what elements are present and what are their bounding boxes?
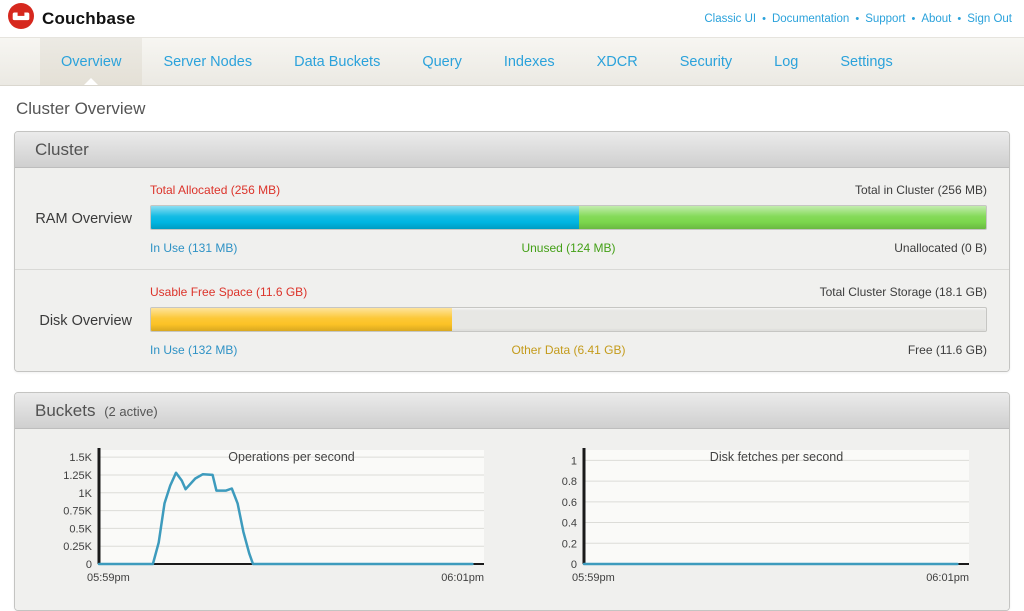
disk-overview-row: Disk Overview Usable Free Space (11.6 GB…	[15, 269, 1009, 371]
buckets-panel-title: Buckets	[35, 401, 95, 420]
svg-text:06:01pm: 06:01pm	[441, 572, 484, 584]
top-bar: Couchbase Classic UI • Documentation • S…	[0, 0, 1024, 37]
svg-text:1: 1	[571, 455, 577, 467]
tab-xdcr[interactable]: XDCR	[576, 38, 659, 85]
bar-segment-in-use	[151, 206, 579, 229]
disk-fetches-chart: 0 0.2 0.4 0.6 0.8 1 Disk fetches per second 05:…	[532, 442, 977, 593]
disk-overview-main: Usable Free Space (11.6 GB) Total Cluste…	[150, 283, 987, 358]
ram-total-allocated-label: Total Allocated (256 MB)	[150, 183, 426, 197]
svg-text:0.25K: 0.25K	[63, 541, 92, 553]
main-content: Cluster Overview Cluster RAM Overview To…	[0, 99, 1024, 611]
tab-settings[interactable]: Settings	[819, 38, 913, 85]
bar-segment-used-plus-other	[151, 308, 452, 331]
svg-text:0.5K: 0.5K	[69, 523, 92, 535]
disk-fetches-chart-svg: 0 0.2 0.4 0.6 0.8 1 Disk fetches per second 05:…	[532, 442, 977, 588]
brand[interactable]: Couchbase	[8, 3, 135, 34]
ram-unallocated-label: Unallocated (0 B)	[711, 241, 987, 255]
cluster-panel-header: Cluster	[15, 132, 1009, 168]
link-documentation[interactable]: Documentation	[772, 13, 849, 25]
ram-usage-bar	[150, 205, 987, 230]
dot-separator: •	[957, 13, 961, 25]
svg-text:0.4: 0.4	[562, 518, 577, 530]
tab-log[interactable]: Log	[753, 38, 819, 85]
ops-per-second-chart: 0 0.25K 0.5K 0.75K 1K 1.25K 1.5K Operations per…	[47, 442, 492, 593]
ram-overview-label: RAM Overview	[15, 211, 150, 227]
link-support[interactable]: Support	[865, 13, 905, 25]
cluster-panel-body: RAM Overview Total Allocated (256 MB) To…	[15, 168, 1009, 371]
link-about[interactable]: About	[921, 13, 951, 25]
ram-unused-label: Unused (124 MB)	[426, 241, 711, 255]
buckets-panel-body: 0 0.25K 0.5K 0.75K 1K 1.25K 1.5K Operations per…	[15, 429, 1009, 610]
ram-overview-main: Total Allocated (256 MB) Total in Cluste…	[150, 181, 987, 256]
svg-text:1.5K: 1.5K	[69, 452, 92, 464]
svg-text:1.25K: 1.25K	[63, 470, 92, 482]
disk-usage-bar	[150, 307, 987, 332]
svg-text:Disk fetches per second: Disk fetches per second	[710, 450, 843, 464]
main-nav: Overview Server Nodes Data Buckets Query…	[0, 37, 1024, 86]
svg-text:0: 0	[86, 559, 92, 571]
svg-text:0.75K: 0.75K	[63, 506, 92, 518]
couchbase-logo-icon[interactable]	[8, 3, 34, 34]
dot-separator: •	[762, 13, 766, 25]
disk-total-storage-label: Total Cluster Storage (18.1 GB)	[711, 285, 987, 299]
svg-text:0: 0	[571, 559, 577, 571]
cluster-panel-title: Cluster	[35, 140, 89, 159]
ram-overview-row: RAM Overview Total Allocated (256 MB) To…	[15, 168, 1009, 269]
ram-in-use-label: In Use (131 MB)	[150, 241, 426, 255]
ops-per-second-chart-svg: 0 0.25K 0.5K 0.75K 1K 1.25K 1.5K Operations per…	[47, 442, 492, 588]
cluster-panel: Cluster RAM Overview Total Allocated (25…	[14, 131, 1010, 372]
dot-separator: •	[855, 13, 859, 25]
bar-segment-unused	[579, 206, 986, 229]
disk-other-data-label: Other Data (6.41 GB)	[426, 343, 711, 357]
buckets-panel: Buckets (2 active) 0 0.25K 0.5K 0.75K 1K 1.25…	[14, 392, 1010, 611]
svg-text:1K: 1K	[79, 488, 93, 500]
top-links: Classic UI • Documentation • Support • A…	[704, 13, 1012, 25]
svg-text:0.6: 0.6	[562, 497, 577, 509]
tab-query[interactable]: Query	[401, 38, 483, 85]
svg-text:Operations per second: Operations per second	[228, 450, 355, 464]
svg-text:0.8: 0.8	[562, 476, 577, 488]
ram-total-in-cluster-label: Total in Cluster (256 MB)	[711, 183, 987, 197]
tab-security[interactable]: Security	[659, 38, 753, 85]
disk-in-use-label: In Use (132 MB)	[150, 343, 426, 357]
tab-data-buckets[interactable]: Data Buckets	[273, 38, 401, 85]
svg-text:06:01pm: 06:01pm	[926, 572, 969, 584]
buckets-active-count: (2 active)	[104, 404, 157, 419]
buckets-panel-header: Buckets (2 active)	[15, 393, 1009, 429]
tab-indexes[interactable]: Indexes	[483, 38, 576, 85]
tab-server-nodes[interactable]: Server Nodes	[142, 38, 273, 85]
link-classic-ui[interactable]: Classic UI	[704, 13, 756, 25]
disk-usable-free-label: Usable Free Space (11.6 GB)	[150, 285, 426, 299]
brand-name: Couchbase	[42, 9, 135, 29]
disk-overview-label: Disk Overview	[15, 313, 150, 329]
dot-separator: •	[911, 13, 915, 25]
svg-text:0.2: 0.2	[562, 538, 577, 550]
disk-free-label: Free (11.6 GB)	[711, 343, 987, 357]
svg-text:05:59pm: 05:59pm	[87, 572, 130, 584]
link-sign-out[interactable]: Sign Out	[967, 13, 1012, 25]
page-title: Cluster Overview	[16, 99, 1010, 119]
svg-text:05:59pm: 05:59pm	[572, 572, 615, 584]
tab-overview[interactable]: Overview	[40, 38, 142, 85]
